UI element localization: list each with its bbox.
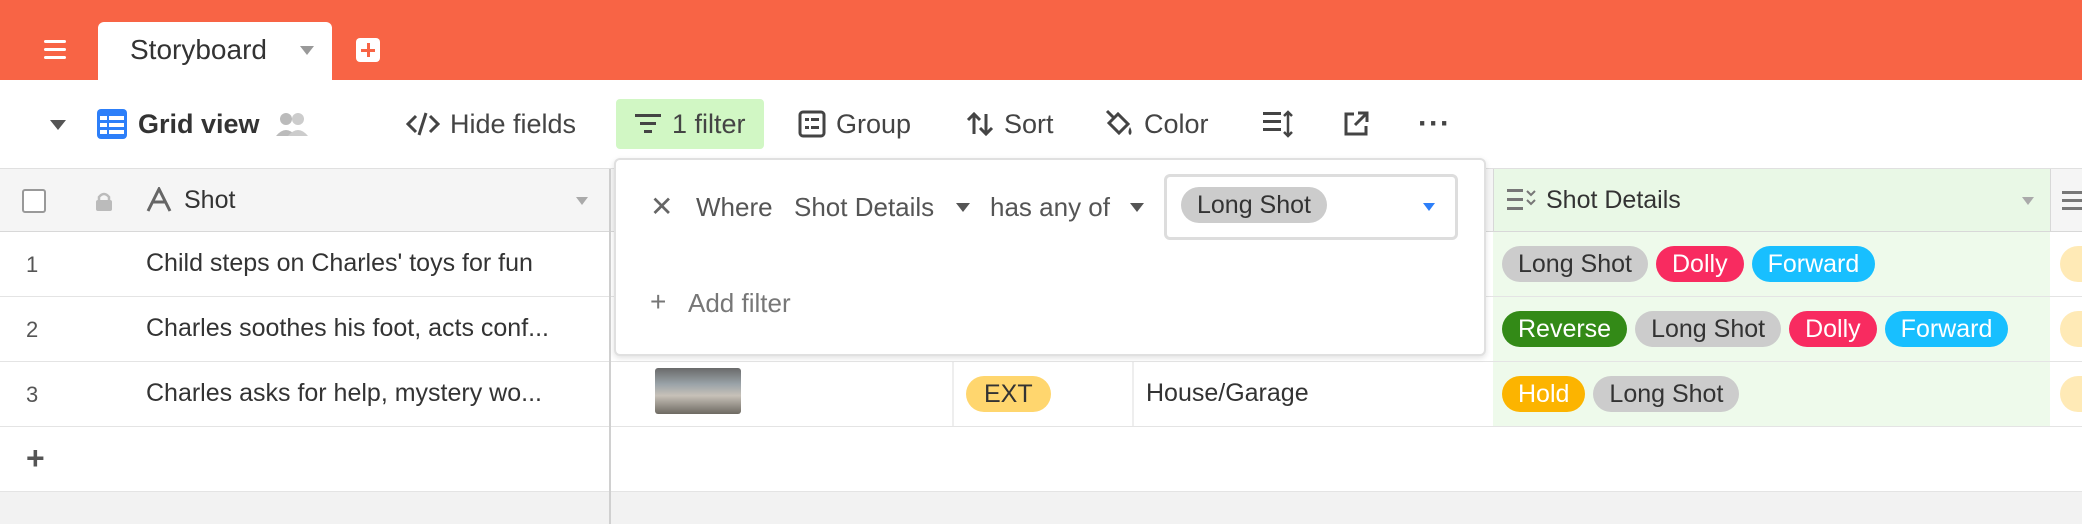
filter-field-select[interactable]: Shot Details: [794, 192, 934, 223]
hide-fields-button[interactable]: Hide fields: [406, 80, 576, 168]
column-header-shot-details: Shot Details: [1546, 186, 1681, 214]
group-button[interactable]: Group: [798, 80, 911, 168]
shot-details-pills: Reverse Long Shot Dolly Forward: [1502, 311, 2016, 347]
tab-label: Storyboard: [130, 34, 267, 65]
pill-reverse: Reverse: [1502, 311, 1628, 347]
column-divider: [952, 362, 954, 426]
share-view-button[interactable]: [1342, 80, 1380, 168]
column-header-shot[interactable]: Shot: [184, 186, 235, 215]
column-divider: [1132, 362, 1134, 426]
pill-ext: EXT: [966, 376, 1051, 412]
add-filter-link[interactable]: Add filter: [688, 288, 791, 319]
view-switcher[interactable]: Grid view: [96, 80, 320, 168]
row-number: 3: [26, 382, 39, 407]
grid-view-icon: [97, 109, 127, 139]
hide-fields-label: Hide fields: [450, 108, 577, 139]
multiple-select-icon: [2062, 191, 2082, 210]
pill-forward: Forward: [1884, 311, 2009, 347]
pill-long-shot: Long Shot: [1502, 246, 1648, 282]
chevron-down-icon[interactable]: [1423, 203, 1435, 211]
next-cell-pill: [2060, 311, 2082, 347]
add-filter-icon[interactable]: +: [650, 286, 666, 318]
shot-details-cell[interactable]: Hold Long Shot: [1493, 362, 2050, 426]
external-link-icon: [1344, 111, 1369, 136]
hide-icon: [406, 112, 440, 136]
add-table-icon[interactable]: [356, 38, 380, 62]
filter-value-pill: Long Shot: [1181, 187, 1327, 223]
shot-details-pills: Long Shot Dolly Forward: [1502, 246, 1883, 282]
pill-long-shot: Long Shot: [1593, 376, 1740, 412]
filter-where-label: Where: [696, 192, 773, 222]
grid-header-primary: Shot: [0, 169, 609, 232]
sort-icon: [966, 111, 994, 137]
app-top-bar: Storyboard: [0, 0, 2082, 80]
lock-icon: [96, 192, 112, 211]
filter-label: 1 filter: [672, 108, 746, 139]
color-label: Color: [1144, 108, 1209, 139]
filter-value-select[interactable]: Long Shot: [1164, 174, 1458, 240]
row-height-icon: [1263, 110, 1293, 138]
type-cell[interactable]: EXT: [966, 376, 1059, 412]
row-number: 1: [26, 252, 39, 277]
pill-dolly: Dolly: [1656, 246, 1744, 282]
filter-operator-select[interactable]: has any of: [990, 192, 1110, 223]
group-label: Group: [836, 108, 912, 139]
chevron-down-icon[interactable]: [956, 203, 970, 212]
select-all-checkbox[interactable]: [22, 189, 46, 213]
pill-long-shot: Long Shot: [1635, 311, 1782, 347]
paint-bucket-icon: [1105, 109, 1132, 136]
sort-label: Sort: [1004, 108, 1054, 139]
location-cell[interactable]: House/Garage: [1146, 379, 1309, 408]
menu-icon[interactable]: [38, 34, 78, 64]
shot-details-cell[interactable]: Long Shot Dolly Forward: [1493, 232, 2050, 296]
pill-forward: Forward: [1751, 246, 1876, 282]
chevron-down-icon[interactable]: [576, 197, 588, 205]
pill-dolly: Dolly: [1789, 311, 1877, 347]
remove-filter-icon[interactable]: ✕: [650, 190, 673, 223]
shot-details-pills: Hold Long Shot: [1502, 376, 1747, 412]
chevron-down-icon[interactable]: [2022, 197, 2034, 205]
text-field-icon: [146, 187, 172, 212]
grid-header-shot-details[interactable]: Shot Details: [1493, 169, 2051, 232]
shot-details-cell[interactable]: Reverse Long Shot Dolly Forward: [1493, 297, 2050, 361]
group-icon: [798, 110, 826, 138]
pill-hold: Hold: [1502, 376, 1586, 412]
more-icon: ···: [1418, 107, 1451, 140]
add-row[interactable]: +: [0, 427, 2082, 492]
next-cell-pill: [2060, 376, 2082, 412]
filter-button[interactable]: 1 filter: [616, 99, 764, 149]
grid-header-next-column[interactable]: [2050, 169, 2082, 232]
view-toolbar: Grid view Hide fields 1 filter Group Sor…: [0, 80, 2082, 169]
view-name: Grid view: [138, 108, 260, 139]
chevron-down-icon[interactable]: [1130, 203, 1144, 212]
frozen-column-divider: [609, 169, 611, 524]
collaborators-icon: [275, 113, 308, 136]
more-options-button[interactable]: ···: [1418, 80, 1451, 168]
shot-cell[interactable]: Charles asks for help, mystery wo...: [146, 379, 542, 408]
row-height-button[interactable]: [1262, 80, 1304, 168]
next-cell-pill: [2060, 246, 2082, 282]
multiple-select-icon: [1507, 189, 1536, 210]
row-number: 2: [26, 317, 39, 342]
add-row-icon[interactable]: +: [26, 440, 45, 477]
shot-cell[interactable]: Child steps on Charles' toys for fun: [146, 249, 533, 278]
filter-icon: [635, 114, 661, 133]
chevron-down-icon[interactable]: [300, 46, 314, 55]
filter-popover: ✕ Where Shot Details has any of Long Sho…: [614, 158, 1486, 356]
storyboard-thumbnail[interactable]: [655, 368, 741, 414]
shot-cell[interactable]: Charles soothes his foot, acts conf...: [146, 314, 549, 343]
color-button[interactable]: Color: [1104, 80, 1209, 168]
tab-storyboard[interactable]: Storyboard: [98, 22, 332, 80]
table-row[interactable]: 3 Charles asks for help, mystery wo... E…: [0, 362, 2082, 427]
sort-button[interactable]: Sort: [966, 80, 1054, 168]
chevron-down-icon[interactable]: [50, 120, 66, 130]
